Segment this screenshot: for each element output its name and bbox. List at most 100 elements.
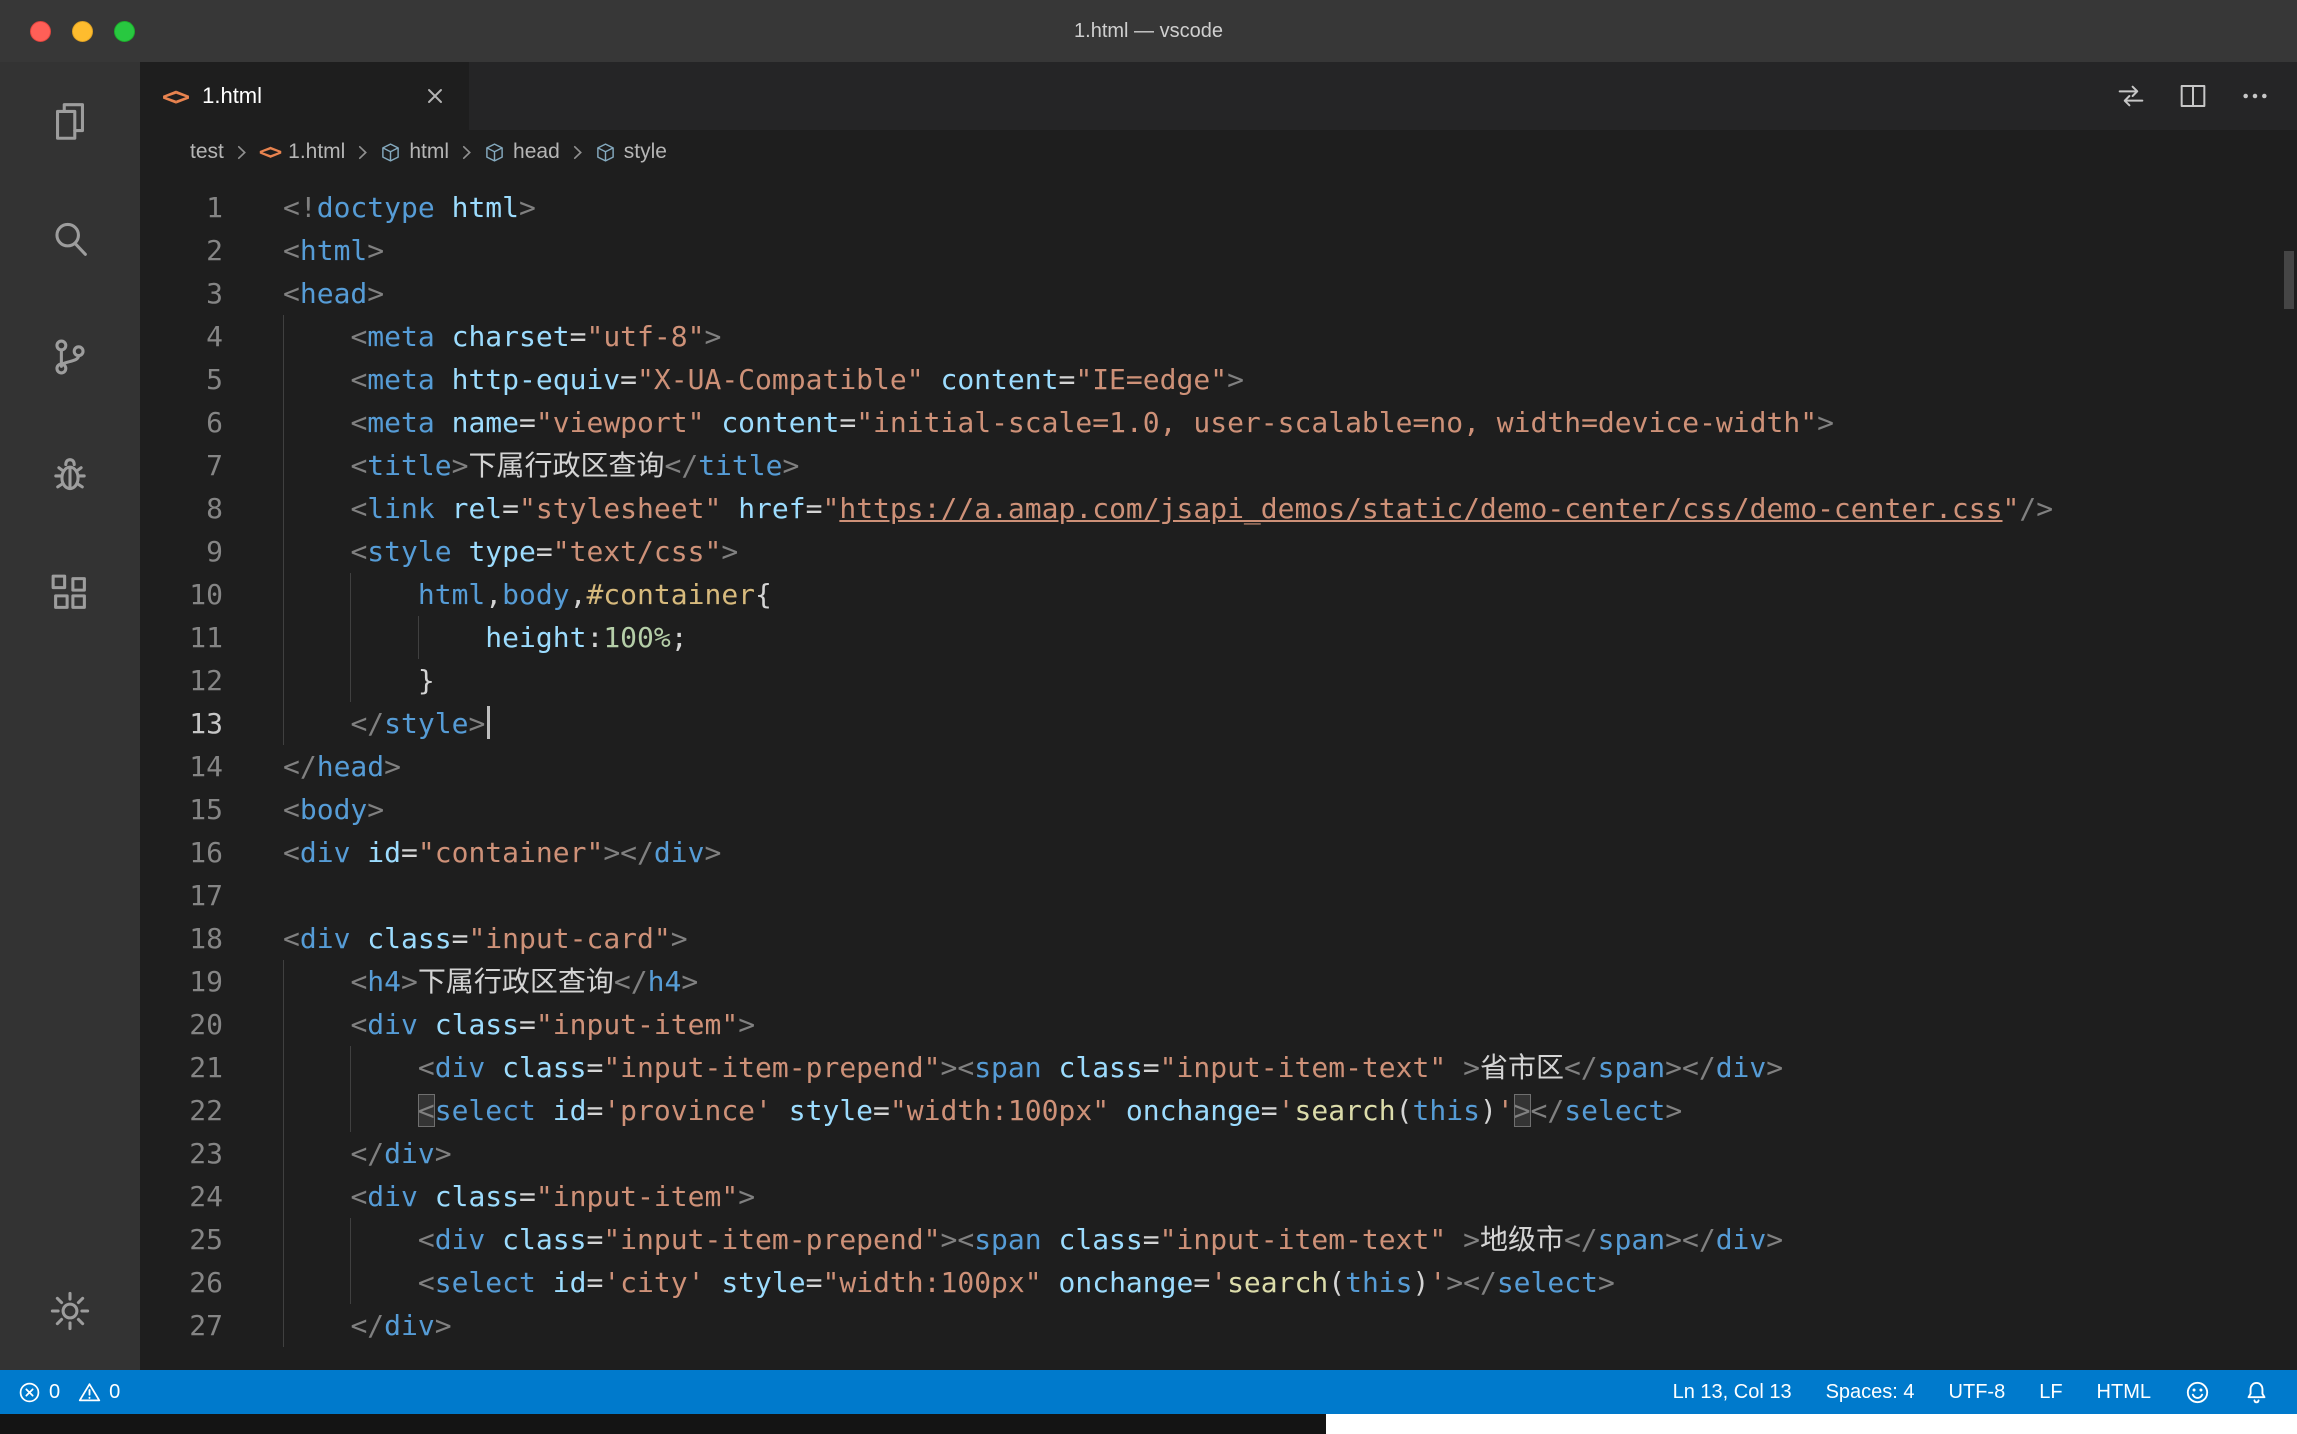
- line-number: 16: [140, 831, 223, 874]
- activity-settings-button[interactable]: [0, 1252, 140, 1370]
- code-line-content[interactable]: <meta http-equiv="X-UA-Compatible" conte…: [283, 358, 1244, 401]
- close-window-button[interactable]: [30, 21, 51, 42]
- code-line-content[interactable]: </div>: [283, 1304, 452, 1347]
- indent-guide: [283, 1218, 284, 1261]
- code-line: 21 <div class="input-item-prepend"><span…: [140, 1046, 2297, 1089]
- code-line: 18 <div class="input-card">: [140, 917, 2297, 960]
- code-line: 9 <style type="text/css">: [140, 530, 2297, 573]
- line-number: 4: [140, 315, 223, 358]
- open-changes-button[interactable]: [2115, 80, 2147, 112]
- line-number: 19: [140, 960, 223, 1003]
- vscode-window: 1.html — vscode <> 1.html: [0, 0, 2297, 1414]
- split-editor-icon: [2177, 80, 2209, 112]
- code-line-content[interactable]: <head>: [283, 272, 384, 315]
- traffic-lights: [30, 0, 135, 62]
- code-line-content[interactable]: <meta name="viewport" content="initial-s…: [283, 401, 1834, 444]
- chevron-right-icon: [568, 143, 587, 162]
- line-number: 26: [140, 1261, 223, 1304]
- code-line-content[interactable]: <h4>下属行政区查询</h4>: [283, 960, 698, 1003]
- code-line-content[interactable]: <body>: [283, 788, 384, 831]
- notifications-bell-icon[interactable]: [2244, 1380, 2269, 1405]
- code-line-content[interactable]: <select id='province' style="width:100px…: [283, 1089, 1682, 1132]
- code-line: 13 </style>: [140, 702, 2297, 745]
- activity-run-debug-button[interactable]: [0, 416, 140, 534]
- status-indentation[interactable]: Spaces: 4: [1826, 1381, 1915, 1404]
- activity-bar-top: [0, 62, 140, 652]
- code-line: 16 <div id="container"></div>: [140, 831, 2297, 874]
- code-line-content[interactable]: <div class="input-item-prepend"><span cl…: [283, 1046, 1783, 1089]
- more-actions-button[interactable]: [2239, 80, 2271, 112]
- activity-extensions-button[interactable]: [0, 534, 140, 652]
- breadcrumb-item-style[interactable]: style: [595, 140, 667, 164]
- code-line-content[interactable]: <div class="input-item">: [283, 1003, 755, 1046]
- split-editor-button[interactable]: [2177, 80, 2209, 112]
- code-line-content[interactable]: <select id='city' style="width:100px" on…: [283, 1261, 1615, 1304]
- code-line-content[interactable]: <html>: [283, 229, 384, 272]
- zoom-window-button[interactable]: [114, 21, 135, 42]
- chevron-right-icon: [232, 143, 251, 162]
- scrollbar-thumb[interactable]: [2284, 251, 2294, 309]
- line-number: 17: [140, 874, 223, 917]
- breadcrumb-item-head[interactable]: head: [484, 140, 560, 164]
- code-line-content[interactable]: html,body,#container{: [283, 573, 772, 616]
- indent-guide: [350, 1261, 351, 1304]
- code-line-content[interactable]: <style type="text/css">: [283, 530, 738, 573]
- code-line-content[interactable]: <!doctype html>: [283, 186, 536, 229]
- activity-source-control-button[interactable]: [0, 298, 140, 416]
- close-tab-icon[interactable]: [423, 84, 447, 108]
- line-number: 24: [140, 1175, 223, 1218]
- code-line-content[interactable]: </style>: [283, 702, 490, 745]
- symbol-box-icon: [484, 142, 505, 163]
- code-line-content[interactable]: </head>: [283, 745, 401, 788]
- code-line: 26 <select id='city' style="width:100px"…: [140, 1261, 2297, 1304]
- breadcrumb-item-html[interactable]: html: [380, 140, 449, 164]
- breadcrumb: test <>1.html html head style: [140, 130, 2297, 174]
- background-window: [1326, 1414, 2297, 1434]
- code-line-content[interactable]: <link rel="stylesheet" href="https://a.a…: [283, 487, 2053, 530]
- code-line-content[interactable]: <div class="input-item">: [283, 1175, 755, 1218]
- breadcrumb-item-test[interactable]: test: [190, 140, 224, 164]
- code-line: 6 <meta name="viewport" content="initial…: [140, 401, 2297, 444]
- minimize-window-button[interactable]: [72, 21, 93, 42]
- activity-explorer-button[interactable]: [0, 62, 140, 180]
- line-number: 13: [140, 702, 223, 745]
- code-line: 27 </div>: [140, 1304, 2297, 1347]
- desktop-dark-area: [0, 1414, 1326, 1434]
- code-line-content[interactable]: <meta charset="utf-8">: [283, 315, 721, 358]
- code-line: 2<html>: [140, 229, 2297, 272]
- activity-bar-bottom: [0, 1252, 140, 1370]
- tab-label: 1.html: [202, 83, 262, 109]
- debug-icon: [47, 452, 93, 498]
- editor-group: <> 1.html test <>1.html html head style 1<!d…: [140, 62, 2297, 1370]
- text-cursor: [487, 706, 490, 739]
- code-line-content[interactable]: </div>: [283, 1132, 452, 1175]
- tab-1html[interactable]: <> 1.html: [140, 62, 469, 130]
- code-line-content[interactable]: }: [283, 659, 435, 702]
- line-number: 15: [140, 788, 223, 831]
- breadcrumb-item-1-html[interactable]: <>1.html: [259, 140, 345, 164]
- line-number: 18: [140, 917, 223, 960]
- status-end-of-line[interactable]: LF: [2039, 1381, 2062, 1404]
- code-line: 5 <meta http-equiv="X-UA-Compatible" con…: [140, 358, 2297, 401]
- code-line: 1<!doctype html>: [140, 186, 2297, 229]
- code-line-content[interactable]: <div id="container"></div>: [283, 831, 721, 874]
- line-number: 6: [140, 401, 223, 444]
- code-line-content[interactable]: <div class="input-item-prepend"><span cl…: [283, 1218, 1783, 1261]
- indent-guide: [283, 1089, 284, 1132]
- code-line-content[interactable]: height:100%;: [283, 616, 688, 659]
- tab-bar: <> 1.html: [140, 62, 2297, 130]
- activity-search-button[interactable]: [0, 180, 140, 298]
- line-number: 11: [140, 616, 223, 659]
- code-line-content[interactable]: <div class="input-card">: [283, 917, 688, 960]
- code-line: 17: [140, 874, 2297, 917]
- status-language-mode[interactable]: HTML: [2097, 1381, 2151, 1404]
- line-number: 25: [140, 1218, 223, 1261]
- feedback-smiley-icon[interactable]: [2185, 1380, 2210, 1405]
- code-line-content[interactable]: <title>下属行政区查询</title>: [283, 444, 799, 487]
- status-encoding[interactable]: UTF-8: [1949, 1381, 2006, 1404]
- problems-indicator[interactable]: 0 0: [18, 1381, 120, 1404]
- status-cursor-position[interactable]: Ln 13, Col 13: [1673, 1381, 1792, 1404]
- indent-guide: [418, 616, 419, 659]
- breadcrumb-label: head: [513, 140, 560, 164]
- code-line: 7 <title>下属行政区查询</title>: [140, 444, 2297, 487]
